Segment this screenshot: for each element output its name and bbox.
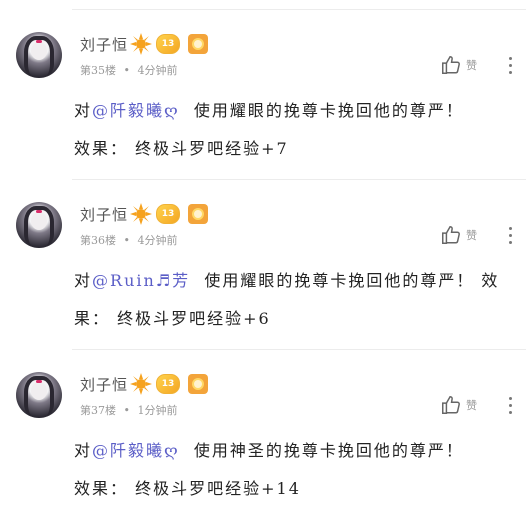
meta-dot: •: [123, 64, 131, 77]
post-meta: 第35楼 • 4分钟前: [80, 62, 182, 78]
username[interactable]: 刘子恒: [80, 34, 128, 55]
action-text: 使用耀眼的挽尊卡挽回他的尊严！: [204, 271, 475, 290]
post-content: 对@阡毅曦ღ 使用耀眼的挽尊卡挽回他的尊严！ 效果： 终极斗罗吧经验+7: [74, 92, 514, 168]
prefix-text: 对: [74, 441, 93, 460]
member-badge-icon: [188, 34, 209, 54]
post-time: 4分钟前: [137, 64, 178, 77]
post-floor-37: 刘子恒 13 第37楼 • 1分钟前 赞 对@阡毅曦ღ 使用神圣的挽尊卡挽回他的…: [0, 350, 526, 520]
thumbs-up-icon: [442, 226, 460, 244]
action-text: 使用神圣的挽尊卡挽回他的尊严！: [193, 441, 464, 460]
member-badge-icon: [188, 374, 209, 394]
action-text: 使用耀眼的挽尊卡挽回他的尊严！: [193, 101, 464, 120]
username[interactable]: 刘子恒: [80, 374, 128, 395]
thumbs-up-icon: [442, 396, 460, 414]
more-vertical-icon[interactable]: [500, 394, 520, 418]
post-time: 4分钟前: [137, 234, 178, 247]
user-row: 刘子恒 13: [80, 202, 209, 226]
sun-badge-icon: [130, 203, 153, 225]
post-floor-35: 刘子恒 13 第35楼 • 4分钟前 赞 对@阡毅曦ღ 使用耀眼的挽尊卡挽回他的…: [0, 10, 526, 180]
post-content: 对@Ruin♬芳 使用耀眼的挽尊卡挽回他的尊严！ 效果： 终极斗罗吧经验+6: [74, 262, 514, 338]
like-label: 赞: [466, 59, 477, 72]
meta-dot: •: [123, 234, 131, 247]
level-badge: 13: [156, 204, 181, 224]
post-meta: 第37楼 • 1分钟前: [80, 402, 182, 418]
avatar[interactable]: [16, 32, 62, 78]
level-badge: 13: [156, 374, 181, 394]
like-button[interactable]: 赞: [440, 54, 477, 76]
post-time: 1分钟前: [137, 404, 178, 417]
prefix-text: 对: [74, 101, 93, 120]
sun-badge-icon: [130, 373, 153, 395]
more-vertical-icon[interactable]: [500, 224, 520, 248]
effect-value: 终极斗罗吧经验+6: [117, 309, 271, 328]
sun-badge-icon: [130, 33, 153, 55]
member-badge-icon: [188, 204, 209, 224]
post-content: 对@阡毅曦ღ 使用神圣的挽尊卡挽回他的尊严！ 效果： 终极斗罗吧经验+14: [74, 432, 514, 508]
effect-label: 效果：: [74, 479, 129, 498]
avatar[interactable]: [16, 372, 62, 418]
user-mention-link[interactable]: @Ruin♬芳: [92, 271, 190, 290]
floor-number: 第37楼: [80, 404, 116, 417]
effect-label: 效果：: [74, 139, 129, 158]
floor-number: 第36楼: [80, 234, 116, 247]
level-badge: 13: [156, 34, 181, 54]
like-label: 赞: [466, 229, 477, 242]
like-button[interactable]: 赞: [440, 224, 477, 246]
like-button[interactable]: 赞: [440, 394, 477, 416]
meta-dot: •: [123, 404, 131, 417]
effect-value: 终极斗罗吧经验+14: [135, 479, 301, 498]
post-floor-36: 刘子恒 13 第36楼 • 4分钟前 赞 对@Ruin♬芳 使用耀眼的挽尊卡挽回…: [0, 180, 526, 350]
like-label: 赞: [466, 399, 477, 412]
user-row: 刘子恒 13: [80, 372, 209, 396]
prefix-text: 对: [74, 271, 93, 290]
user-mention-link[interactable]: @阡毅曦ღ: [92, 441, 180, 460]
effect-value: 终极斗罗吧经验+7: [135, 139, 289, 158]
post-meta: 第36楼 • 4分钟前: [80, 232, 182, 248]
floor-number: 第35楼: [80, 64, 116, 77]
user-row: 刘子恒 13: [80, 32, 209, 56]
thumbs-up-icon: [442, 56, 460, 74]
username[interactable]: 刘子恒: [80, 204, 128, 225]
avatar[interactable]: [16, 202, 62, 248]
more-vertical-icon[interactable]: [500, 54, 520, 78]
user-mention-link[interactable]: @阡毅曦ღ: [92, 101, 180, 120]
